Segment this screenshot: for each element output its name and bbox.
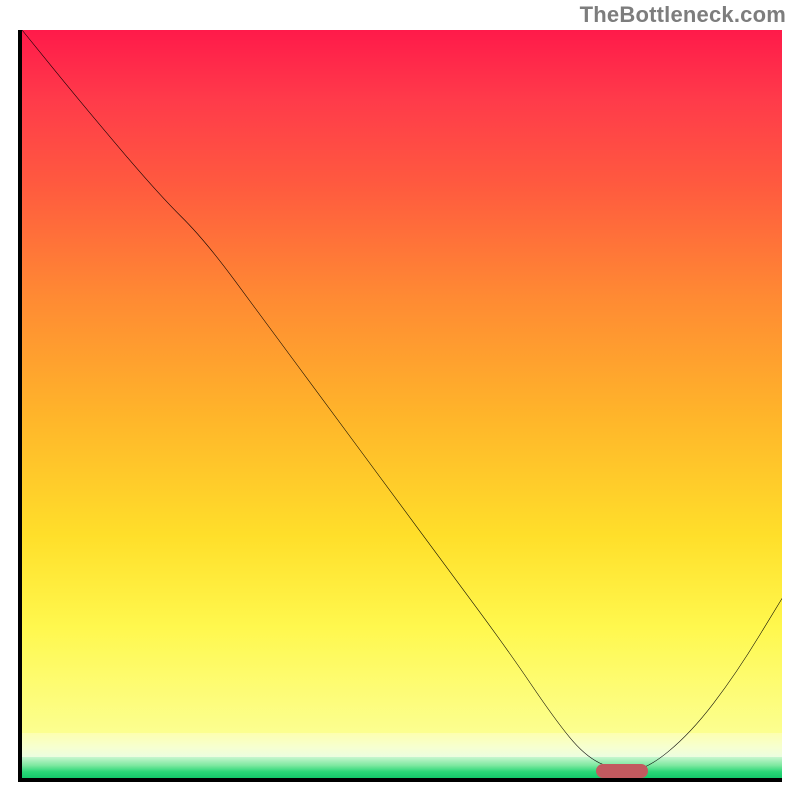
attribution-text: TheBottleneck.com (580, 2, 786, 28)
background-gradient (22, 30, 782, 778)
chart-frame: TheBottleneck.com (0, 0, 800, 800)
gradient-pale-band (22, 733, 782, 757)
optimum-marker (596, 764, 648, 778)
gradient-red-yellow (22, 30, 782, 733)
gradient-green-band (22, 757, 782, 778)
plot-area (18, 30, 782, 782)
